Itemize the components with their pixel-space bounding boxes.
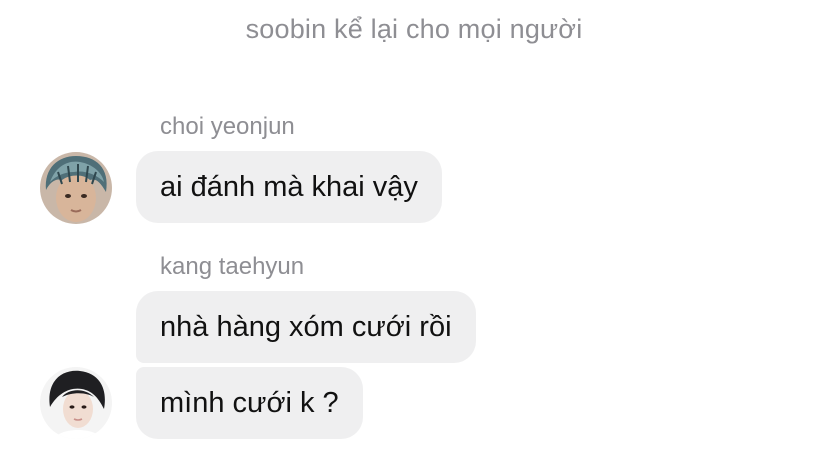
system-message: soobin kể lại cho mọi người (245, 14, 583, 44)
profile-photo-icon (40, 152, 112, 224)
sender-name-kang-taehyun: kang taehyun (160, 253, 305, 280)
avatar-choi-yeonjun[interactable] (40, 152, 112, 224)
profile-photo-icon (40, 367, 112, 439)
message-bubble[interactable]: nhà hàng xóm cưới rồi (136, 291, 476, 363)
message-bubble[interactable]: mình cưới k ? (136, 367, 363, 439)
message-bubble[interactable]: ai đánh mà khai vậy (136, 151, 442, 223)
sender-name-choi-yeonjun: choi yeonjun (160, 113, 295, 140)
avatar-kang-taehyun[interactable] (40, 367, 112, 439)
